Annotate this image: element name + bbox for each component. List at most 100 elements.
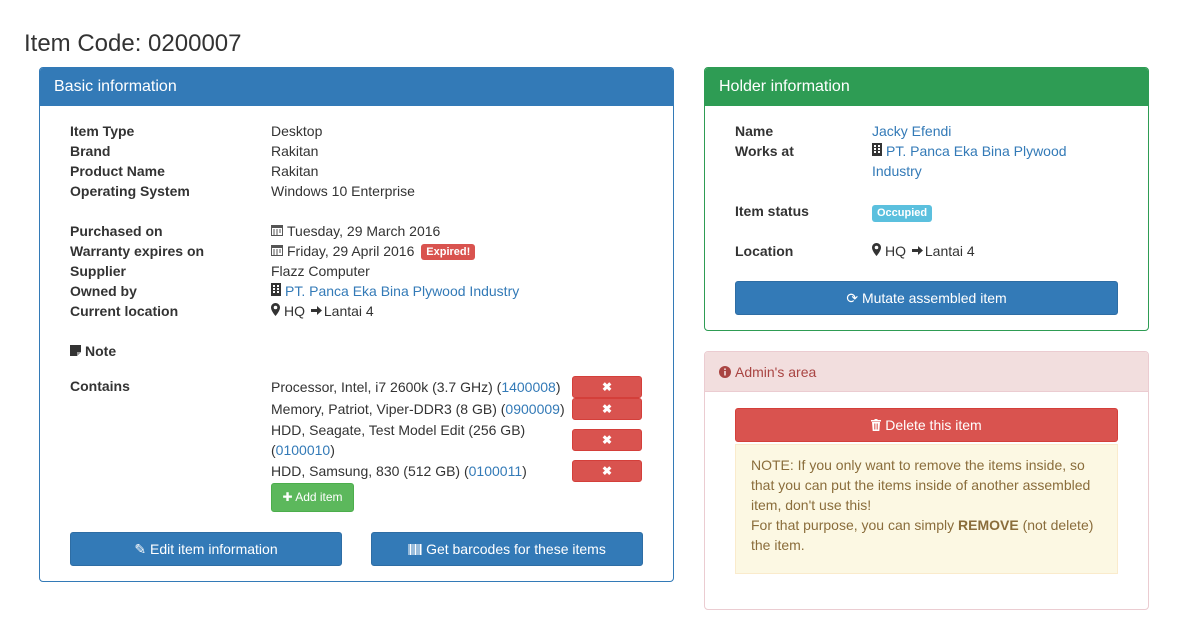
warning-note-emphasis: REMOVE [958,517,1019,533]
edit-item-button[interactable]: ✎ Edit item information [70,532,342,566]
owner-company-link[interactable]: PT. Panca Eka Bina Plywood Industry [285,283,519,299]
admin-area-panel: Admin's area Delete this item NOTE: If y… [704,351,1149,610]
map-marker-icon [271,301,280,321]
warning-note: NOTE: If you only want to remove the ite… [735,444,1118,574]
barcodes-label: Get barcodes for these items [426,541,606,557]
component-code-link[interactable]: 0100010 [276,442,331,458]
warning-note-text: NOTE: If you only want to remove the ite… [751,457,1091,513]
component-close: ) [330,442,335,458]
holder-name-label: Name [735,123,774,139]
product-name-value: Rakitan [271,163,319,179]
component-code-link[interactable]: 0900009 [505,401,560,417]
expired-badge: Expired! [421,244,476,260]
arrow-right-icon [911,241,923,261]
map-marker-icon [872,241,881,261]
holder-location-value: HQ Lantai 4 [872,241,975,261]
component-code-link[interactable]: 0100011 [469,463,522,479]
current-location-value: HQ Lantai 4 [271,301,374,321]
current-location-label: Current location [70,303,179,319]
trash-icon [871,410,882,442]
barcode-icon [407,534,422,566]
brand-value: Rakitan [271,143,319,159]
basic-information-heading: Basic information [40,68,673,106]
holder-location-from: HQ [885,243,906,259]
holder-location-label: Location [735,243,794,259]
mutate-button[interactable]: ⟳ Mutate assembled item [735,281,1118,315]
holder-location-to: Lantai 4 [924,243,975,259]
component-code-link[interactable]: 1400008 [501,379,556,395]
works-at-label: Works at [735,143,794,159]
times-icon: ✖ [601,402,613,416]
supplier-label: Supplier [70,263,127,279]
purchased-on-value: Tuesday, 29 March 2016 [271,221,440,241]
delete-item-button[interactable]: Delete this item [735,408,1118,442]
operating-system-value: Windows 10 Enterprise [271,183,415,199]
owned-by-value: PT. Panca Eka Bina Plywood Industry [271,281,519,301]
admin-area-heading: Admin's area [705,352,1148,392]
edit-item-label: Edit item information [150,541,278,557]
operating-system-label: Operating System [70,183,190,199]
warranty-label: Warranty expires on [70,243,205,259]
owned-by-label: Owned by [70,283,137,299]
remove-button[interactable]: ✖ Remove [572,398,642,436]
warning-note-text2: For that purpose, you can simply [751,517,958,533]
add-item-button[interactable]: ✚ Add item [271,483,354,512]
page-title: Item Code: 0200007 [24,30,242,57]
contains-label: Contains [70,378,130,394]
works-at-line2: Industry [872,163,922,179]
admin-area-title: Admin's area [735,364,817,380]
works-at-line1: PT. Panca Eka Bina Plywood [886,143,1067,159]
times-icon: ✖ [601,380,613,394]
warranty-value: Friday, 29 April 2016 Expired! [271,241,476,261]
component-text: HDD, Samsung, 830 (512 GB) ( [271,463,469,479]
list-item: HDD, Seagate, Test Model Edit (256 GB) (… [271,420,525,460]
location-from: HQ [284,303,305,319]
mutate-label: Mutate assembled item [861,290,1007,306]
remove-button[interactable]: ✖ Remove [572,376,642,414]
note-label: Note [85,343,117,359]
holder-information-heading: Holder information [705,68,1148,106]
item-status-label: Item status [735,203,809,219]
purchased-date-text: Tuesday, 29 March 2016 [287,223,441,239]
warranty-date-text: Friday, 29 April 2016 [287,243,415,259]
item-status-value: Occupied [872,201,933,222]
edit-icon: ✎ [134,541,147,557]
basic-information-panel: Basic information Item Type Desktop Bran… [39,67,674,582]
holder-name-link[interactable]: Jacky Efendi [872,121,951,141]
item-type-value: Desktop [271,123,323,139]
barcodes-button[interactable]: Get barcodes for these items [371,532,643,566]
holder-information-panel: Holder information Name Jacky Efendi Wor… [704,67,1149,331]
brand-label: Brand [70,143,111,159]
note-label-row: Note [70,341,116,361]
component-text: Memory, Patriot, Viper-DDR3 (8 GB) ( [271,401,506,417]
component-close: ) [559,401,565,417]
status-badge: Occupied [872,205,933,222]
list-item: Processor, Intel, i7 2600k (3.7 GHz) (14… [271,377,561,397]
delete-item-label: Delete this item [885,417,982,433]
remove-label: Remove [583,484,631,498]
calendar-icon [271,221,283,241]
info-circle-icon [719,353,731,393]
item-type-label: Item Type [70,123,135,139]
arrow-right-icon [310,301,322,321]
times-icon: ✖ [601,464,613,478]
building-icon [271,281,281,301]
list-item: HDD, Samsung, 830 (512 GB) (0100011) [271,461,527,481]
sticky-note-icon [70,341,81,361]
plus-icon: ✚ [282,490,293,504]
calendar-icon [271,241,283,261]
component-text: HDD, Seagate, Test Model Edit (256 GB) [271,422,526,438]
component-close: ) [522,463,527,479]
supplier-value: Flazz Computer [271,263,370,279]
product-name-label: Product Name [70,163,165,179]
list-item: Memory, Patriot, Viper-DDR3 (8 GB) (0900… [271,399,565,419]
times-icon: ✖ [601,433,613,447]
building-icon [872,141,882,161]
remove-button[interactable]: ✖ Remove [572,429,642,467]
component-text: Processor, Intel, i7 2600k (3.7 GHz) ( [271,379,502,395]
remove-button[interactable]: ✖ Remove [572,460,642,498]
works-at-company-link[interactable]: PT. Panca Eka Bina Plywood Industry [872,143,1067,179]
component-close: ) [555,379,561,395]
purchased-on-label: Purchased on [70,223,163,239]
location-to: Lantai 4 [323,303,374,319]
